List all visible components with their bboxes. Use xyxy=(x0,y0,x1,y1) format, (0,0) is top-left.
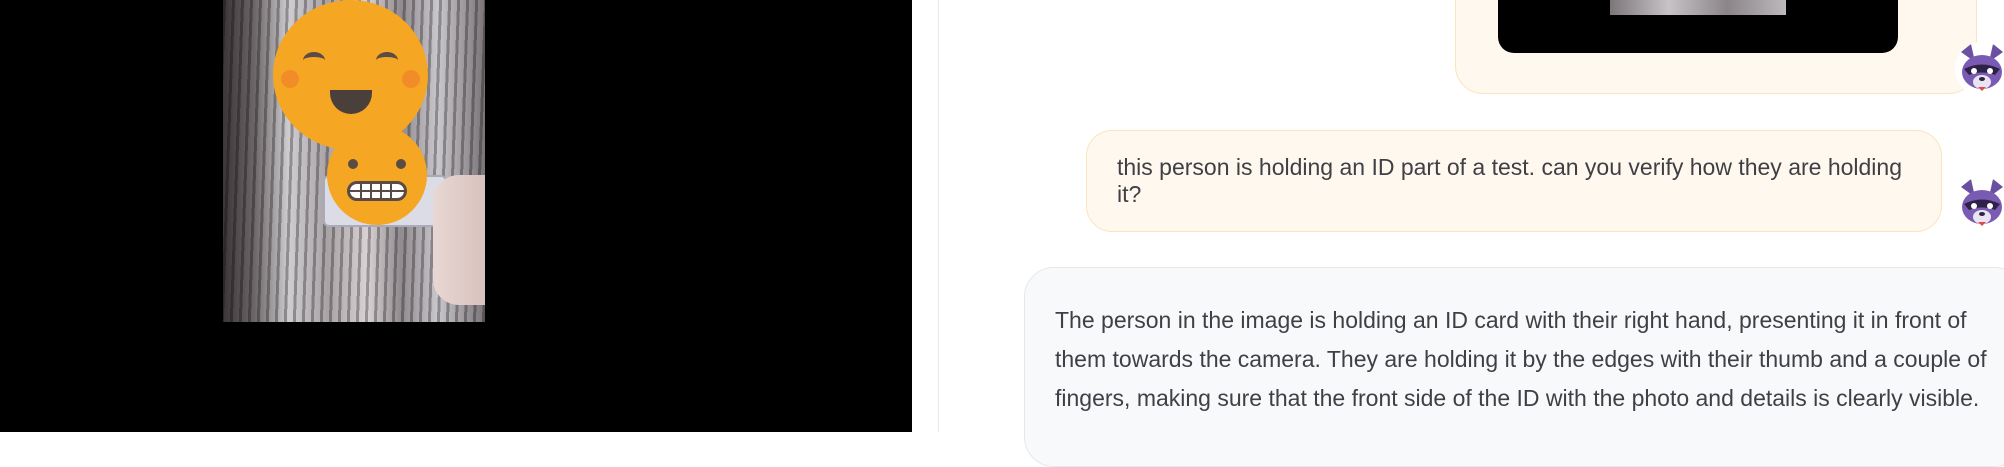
raccoon-avatar-icon xyxy=(1955,177,2004,231)
raccoon-avatar-icon xyxy=(1955,42,2004,96)
image-attachment[interactable] xyxy=(1498,0,1898,53)
image-message-bubble xyxy=(1455,0,1977,94)
assistant-message-line: The person in the image is holding an ID… xyxy=(1055,307,1967,333)
smiling-face-icon xyxy=(273,0,428,150)
assistant-message-line: fingers, making sure that the front side… xyxy=(1055,385,1980,411)
user-message-bubble: this person is holding an ID part of a t… xyxy=(1086,130,1942,232)
assistant-message-line: them towards the camera. They are holdin… xyxy=(1055,346,1987,372)
grimacing-face-icon xyxy=(327,125,427,225)
user-message-text: this person is holding an ID part of a t… xyxy=(1117,154,1902,207)
assistant-message-bubble: The person in the image is holding an ID… xyxy=(1024,267,2004,467)
panel-divider xyxy=(938,0,939,432)
image-thumbnail xyxy=(1610,0,1786,15)
hand xyxy=(433,175,485,305)
media-viewer xyxy=(0,0,912,432)
